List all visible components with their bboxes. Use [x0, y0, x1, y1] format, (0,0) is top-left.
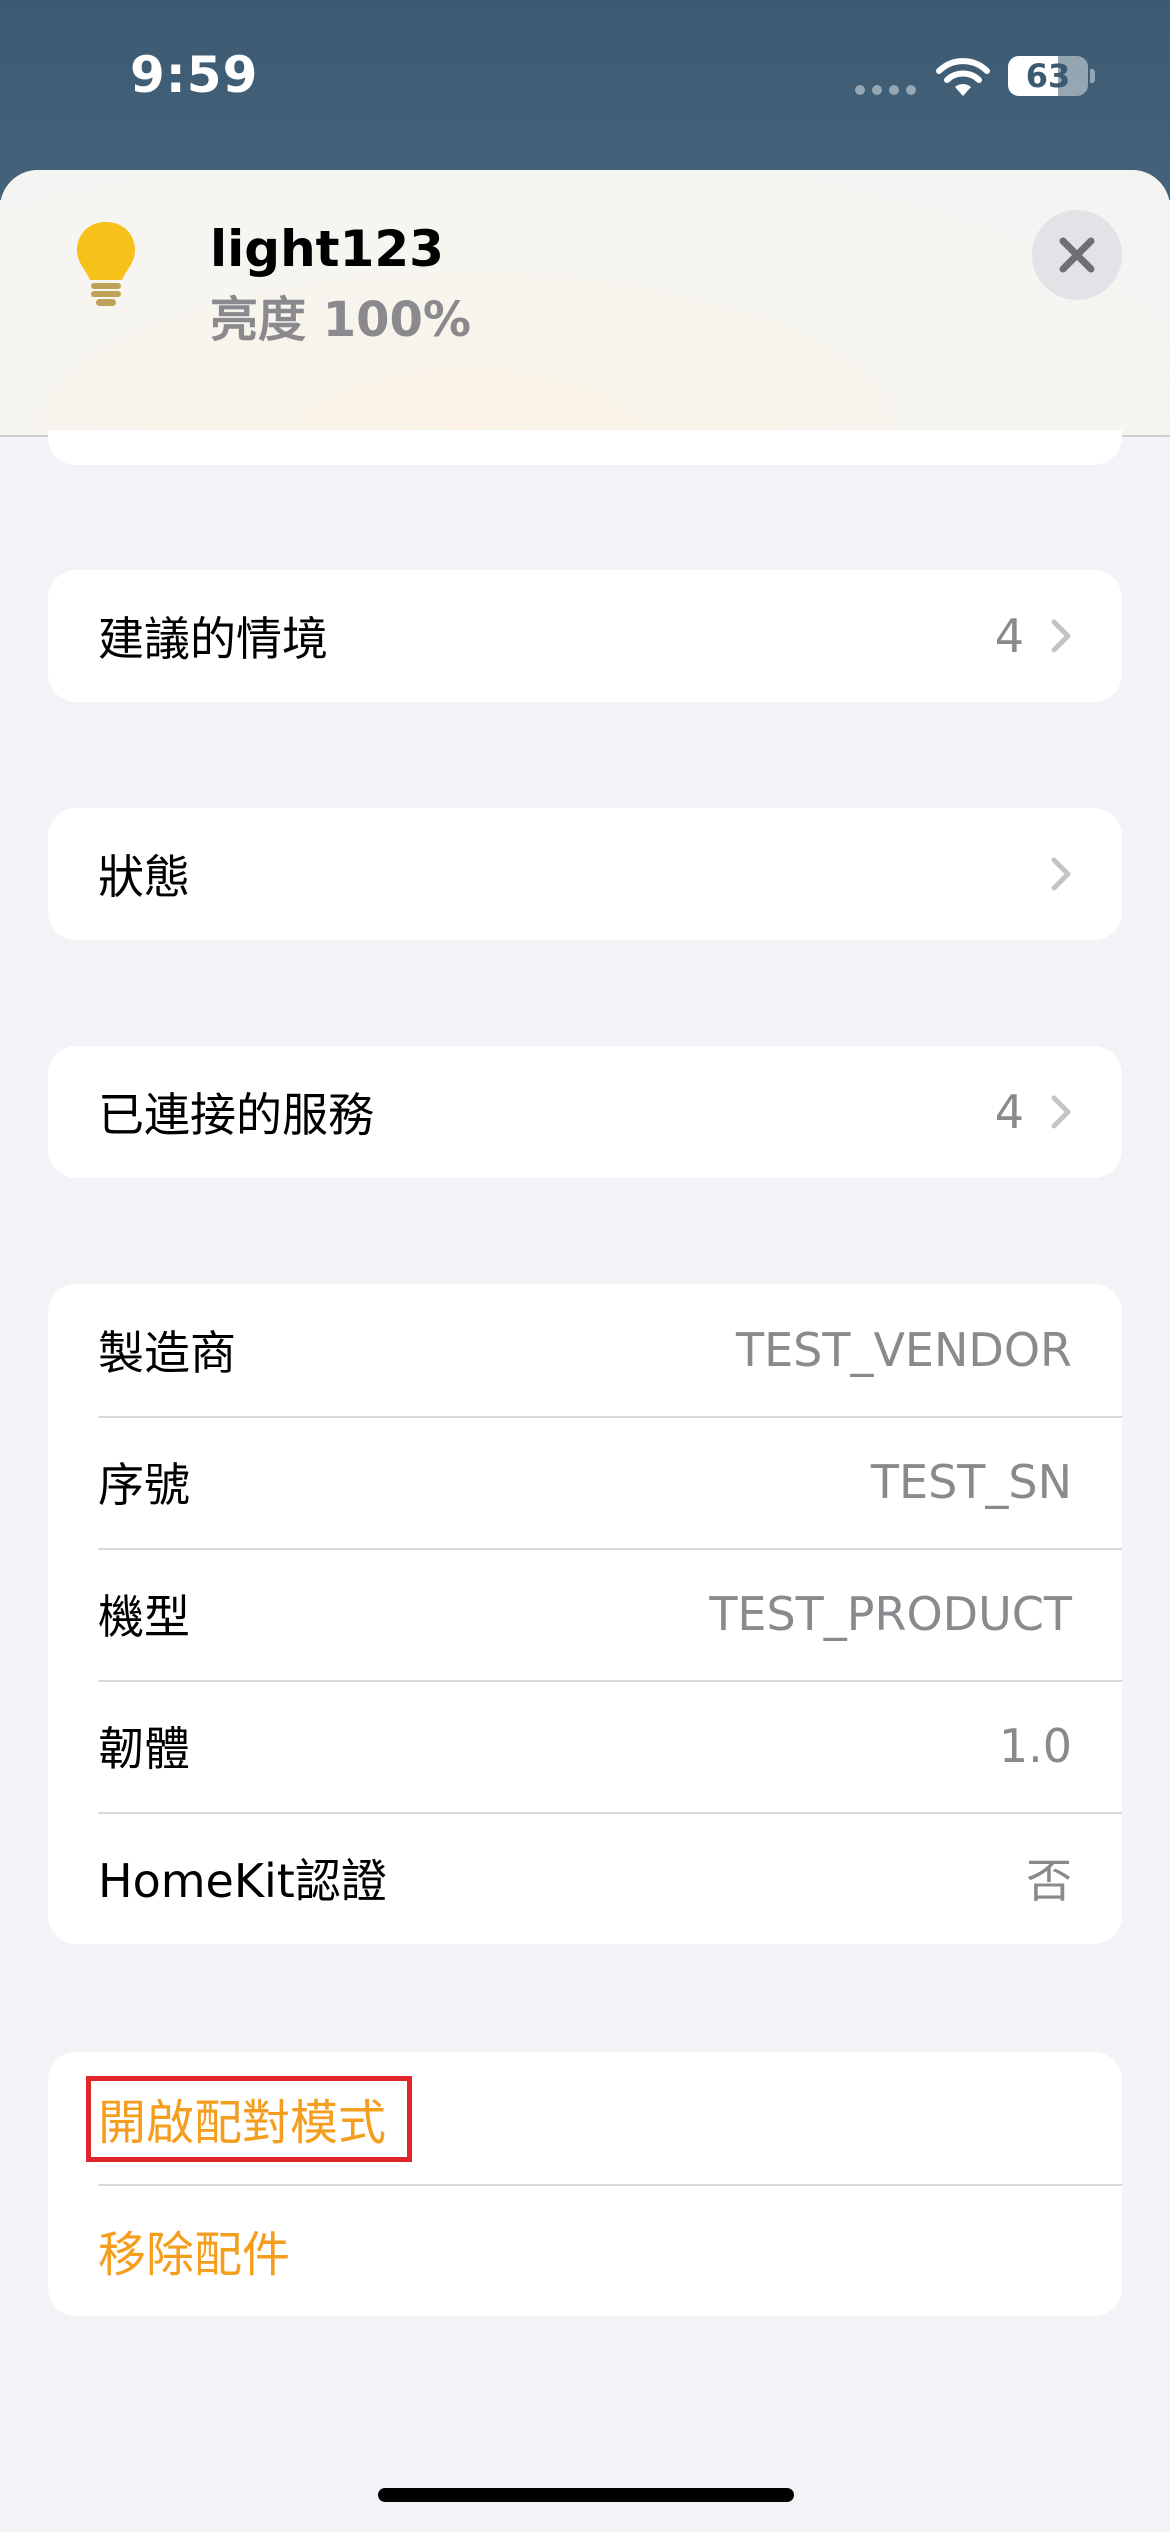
chevron-right-icon: [1051, 619, 1071, 653]
firmware-value: 1.0: [998, 1719, 1072, 1773]
manufacturer-value: TEST_VENDOR: [736, 1323, 1072, 1377]
suggested-scenes-count: 4: [994, 609, 1024, 663]
connected-services-card: 已連接的服務 4: [48, 1046, 1122, 1178]
close-icon: [1059, 237, 1095, 273]
serial-number-row: 序號 TEST_SN: [48, 1416, 1122, 1548]
row-separator: [98, 1812, 1122, 1814]
row-separator: [98, 2184, 1122, 2186]
manufacturer-row: 製造商 TEST_VENDOR: [48, 1284, 1122, 1416]
model-label: 機型: [98, 1590, 190, 1644]
close-button[interactable]: [1032, 210, 1122, 300]
chevron-right-icon: [1051, 857, 1071, 891]
suggested-scenes-row[interactable]: 建議的情境 4: [48, 570, 1122, 702]
firmware-row: 韌體 1.0: [48, 1680, 1122, 1812]
homekit-certification-label: HomeKit認證: [98, 1854, 387, 1908]
device-name: light123: [210, 220, 444, 278]
pairing-mode-row[interactable]: 開啟配對模式: [48, 2052, 1122, 2184]
remove-accessory-button[interactable]: 移除配件: [98, 2215, 290, 2285]
status-label: 狀態: [98, 850, 190, 904]
remove-accessory-row[interactable]: 移除配件: [48, 2184, 1122, 2316]
serial-number-value: TEST_SN: [870, 1455, 1072, 1509]
status-time: 9:59: [130, 46, 259, 104]
model-value: TEST_PRODUCT: [709, 1587, 1072, 1641]
status-row[interactable]: 狀態: [48, 808, 1122, 940]
suggested-scenes-label: 建議的情境: [98, 612, 328, 666]
row-separator: [98, 1548, 1122, 1550]
lightbulb-icon: [77, 222, 135, 306]
highlight-box: [86, 2076, 412, 2162]
serial-number-label: 序號: [98, 1458, 190, 1512]
status-card: 狀態: [48, 808, 1122, 940]
battery-cap: [1090, 69, 1095, 83]
connected-services-count: 4: [994, 1085, 1024, 1139]
homekit-certification-row: HomeKit認證 否: [48, 1812, 1122, 1944]
accessory-info-card: 製造商 TEST_VENDOR 序號 TEST_SN 機型 TEST_PRODU…: [48, 1284, 1122, 1944]
accessory-header: light123 亮度 100%: [0, 170, 1170, 437]
cellular-signal-icon: [855, 85, 916, 95]
firmware-label: 韌體: [98, 1722, 190, 1776]
screen: 9:59 63 light123 亮度 100% 建議的情境 4 狀態 已連接的…: [0, 0, 1170, 2532]
home-indicator[interactable]: [378, 2488, 794, 2502]
row-separator: [98, 1680, 1122, 1682]
chevron-right-icon: [1051, 1095, 1071, 1129]
homekit-certification-value: 否: [1026, 1854, 1072, 1908]
device-brightness-status: 亮度 100%: [210, 292, 472, 348]
wifi-icon: [936, 58, 990, 96]
connected-services-row[interactable]: 已連接的服務 4: [48, 1046, 1122, 1178]
accessory-actions-card: 開啟配對模式 移除配件: [48, 2052, 1122, 2316]
battery-percent: 63: [1025, 57, 1071, 95]
connected-services-label: 已連接的服務: [98, 1088, 374, 1142]
row-separator: [98, 1416, 1122, 1418]
accessory-detail-sheet: light123 亮度 100% 建議的情境 4 狀態 已連接的服務 4 製造商…: [0, 170, 1170, 2532]
previous-section-card-edge: [48, 430, 1122, 465]
scenes-card: 建議的情境 4: [48, 570, 1122, 702]
manufacturer-label: 製造商: [98, 1326, 236, 1380]
battery-icon: 63: [1008, 56, 1088, 96]
model-row: 機型 TEST_PRODUCT: [48, 1548, 1122, 1680]
